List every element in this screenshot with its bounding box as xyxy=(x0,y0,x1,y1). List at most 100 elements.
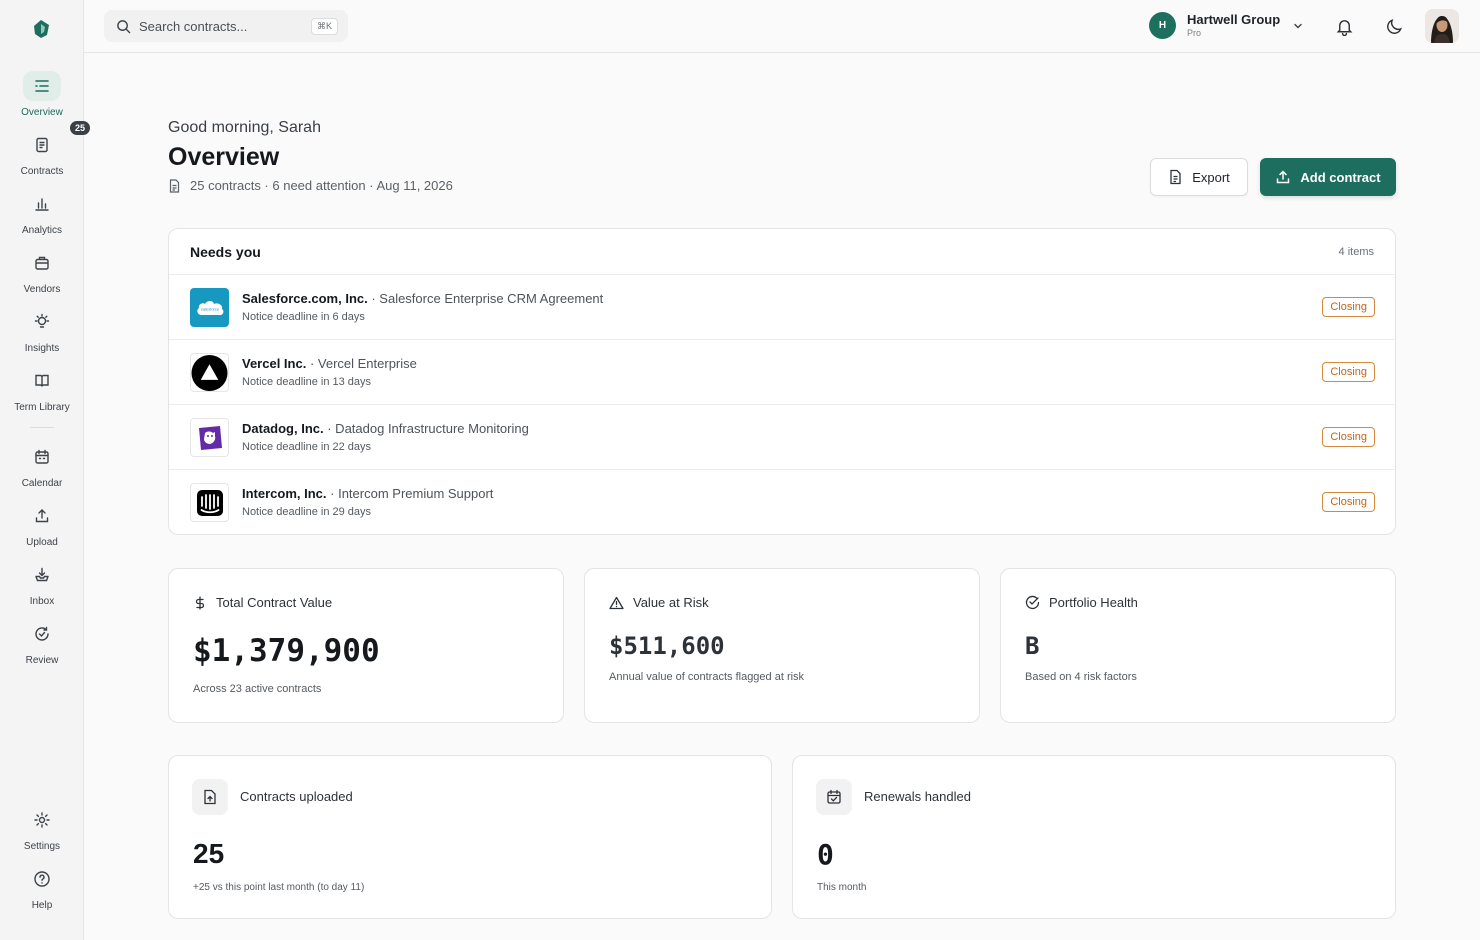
card-label: Value at Risk xyxy=(633,595,709,610)
card-value: 0 xyxy=(817,838,834,871)
export-label: Export xyxy=(1192,169,1230,185)
row-deadline: Notice deadline in 6 days xyxy=(242,311,365,323)
sidebar-item-label: Review xyxy=(25,655,59,666)
file-upload-icon xyxy=(192,779,228,815)
row-deadline: Notice deadline in 29 days xyxy=(242,506,372,518)
row-deadline: Notice deadline in 13 days xyxy=(242,376,372,388)
row-contract: · Datadog Infrastructure Monitoring xyxy=(323,421,529,436)
status-badge: Closing xyxy=(1322,427,1375,447)
document-icon xyxy=(1170,169,1181,185)
sidebar-item-calendar[interactable]: Calendar xyxy=(0,442,84,498)
card-label: Contracts uploaded xyxy=(240,789,353,804)
upload-icon xyxy=(1277,170,1290,184)
refresh-check-icon xyxy=(23,619,61,649)
sidebar-item-vendors[interactable]: Vendors xyxy=(0,248,84,304)
sidebar-item-label: Vendors xyxy=(23,284,61,295)
page-meta: 25 contracts · 6 need attention · Aug 11… xyxy=(168,178,453,193)
card-subtext: This month xyxy=(817,882,867,893)
page-meta-text: 25 contracts · 6 need attention · Aug 11… xyxy=(190,178,453,193)
sidebar-item-label: Term Library xyxy=(14,402,70,413)
status-badge: Closing xyxy=(1322,297,1375,317)
org-avatar: H xyxy=(1149,12,1176,39)
needs-you-row[interactable]: Vercel Inc. · Vercel Enterprise Notice d… xyxy=(169,340,1395,405)
total-contract-value-card: Total Contract Value $1,379,900 Across 2… xyxy=(168,568,564,723)
needs-you-row[interactable]: Datadog, Inc. · Datadog Infrastructure M… xyxy=(169,405,1395,470)
user-avatar[interactable] xyxy=(1425,9,1459,43)
row-company: Vercel Inc. xyxy=(242,356,307,371)
sidebar-item-review[interactable]: Review xyxy=(0,619,84,675)
needs-you-panel: Needs you 4 items salesforce Salesforce.… xyxy=(168,228,1396,535)
notifications-bell-icon[interactable] xyxy=(1333,15,1355,37)
contracts-count-badge: 25 xyxy=(70,121,91,135)
warning-triangle-icon xyxy=(609,596,624,609)
value-at-risk-card: Value at Risk $511,600 Annual value of c… xyxy=(584,568,980,723)
intercom-logo-icon xyxy=(190,483,229,522)
export-button[interactable]: Export xyxy=(1150,158,1248,196)
card-subtext: +25 vs this point last month (to day 11) xyxy=(193,882,365,893)
card-subtext: Annual value of contracts flagged at ris… xyxy=(609,671,805,683)
lightbulb-icon xyxy=(23,307,61,337)
row-company: Intercom, Inc. xyxy=(242,486,327,501)
top-bar: Search contracts... ⌘K H Hartwell Group … xyxy=(84,0,1480,53)
sidebar-item-overview[interactable]: Overview xyxy=(0,71,84,127)
sidebar-item-label: Help xyxy=(31,900,53,911)
row-company: Salesforce.com, Inc. xyxy=(242,291,368,306)
search-shortcut-hint: ⌘K xyxy=(310,17,338,35)
sidebar-item-term-library[interactable]: Term Library xyxy=(0,366,84,422)
row-title: Intercom, Inc. · Intercom Premium Suppor… xyxy=(242,486,493,501)
needs-you-title: Needs you xyxy=(190,244,261,260)
upload-icon xyxy=(23,501,61,531)
needs-you-count: 4 items xyxy=(1338,246,1374,258)
book-icon xyxy=(23,366,61,396)
organization-switcher[interactable]: H Hartwell Group Pro xyxy=(1149,12,1304,39)
sidebar-item-label: Insights xyxy=(24,343,60,354)
add-contract-label: Add contract xyxy=(1300,169,1381,185)
row-contract: · Salesforce Enterprise CRM Agreement xyxy=(367,291,604,306)
org-name: Hartwell Group xyxy=(1187,12,1281,27)
sidebar-item-upload[interactable]: Upload xyxy=(0,501,84,557)
row-contract: · Intercom Premium Support xyxy=(326,486,494,501)
add-contract-button[interactable]: Add contract xyxy=(1260,158,1396,196)
salesforce-logo-text: salesforce xyxy=(200,306,219,311)
status-badge: Closing xyxy=(1322,362,1375,382)
card-label: Renewals handled xyxy=(864,789,971,804)
sidebar-item-contracts[interactable]: 25 Contracts xyxy=(0,121,91,186)
chevron-down-icon xyxy=(1294,23,1302,28)
card-value: B xyxy=(1025,632,1040,660)
sidebar-divider xyxy=(30,427,54,428)
sidebar-item-inbox[interactable]: Inbox xyxy=(0,560,84,616)
page-title: Overview xyxy=(168,143,280,171)
greeting: Good morning, Sarah xyxy=(168,119,321,136)
check-circle-icon xyxy=(1025,595,1040,610)
sidebar-item-insights[interactable]: Insights xyxy=(0,307,84,363)
app-logo-icon[interactable] xyxy=(30,18,52,40)
dollar-icon xyxy=(195,595,205,610)
inbox-icon xyxy=(23,560,61,590)
help-icon xyxy=(23,864,61,894)
document-icon xyxy=(169,178,180,193)
document-icon: 25 xyxy=(23,121,91,160)
sidebar-item-help[interactable]: Help xyxy=(0,864,84,920)
dark-mode-moon-icon[interactable] xyxy=(1383,15,1405,37)
needs-you-row[interactable]: salesforce Salesforce.com, Inc. · Salesf… xyxy=(169,275,1395,340)
sidebar-item-label: Analytics xyxy=(21,225,62,236)
card-label: Total Contract Value xyxy=(216,595,333,610)
vercel-logo-icon xyxy=(190,353,229,392)
sidebar-item-analytics[interactable]: Analytics xyxy=(0,189,84,245)
row-title: Salesforce.com, Inc. · Salesforce Enterp… xyxy=(242,291,603,306)
sidebar: Overview 25 Contracts Analytics Vendors … xyxy=(0,0,91,940)
needs-you-row[interactable]: Intercom, Inc. · Intercom Premium Suppor… xyxy=(169,470,1395,534)
sidebar-item-settings[interactable]: Settings xyxy=(0,805,84,861)
card-subtext: Across 23 active contracts xyxy=(193,683,322,695)
bar-chart-icon xyxy=(23,189,61,219)
sidebar-item-label: Settings xyxy=(23,841,61,852)
calendar-icon xyxy=(23,442,61,472)
portfolio-health-card: Portfolio Health B Based on 4 risk facto… xyxy=(1000,568,1396,723)
card-value: $1,379,900 xyxy=(193,633,380,669)
org-plan: Pro xyxy=(1187,28,1202,38)
card-value: 25 xyxy=(193,838,225,869)
search-icon xyxy=(117,19,131,33)
search-input[interactable]: Search contracts... ⌘K xyxy=(104,10,348,42)
datadog-logo-icon xyxy=(190,418,229,457)
sidebar-item-label: Contracts xyxy=(20,166,64,177)
